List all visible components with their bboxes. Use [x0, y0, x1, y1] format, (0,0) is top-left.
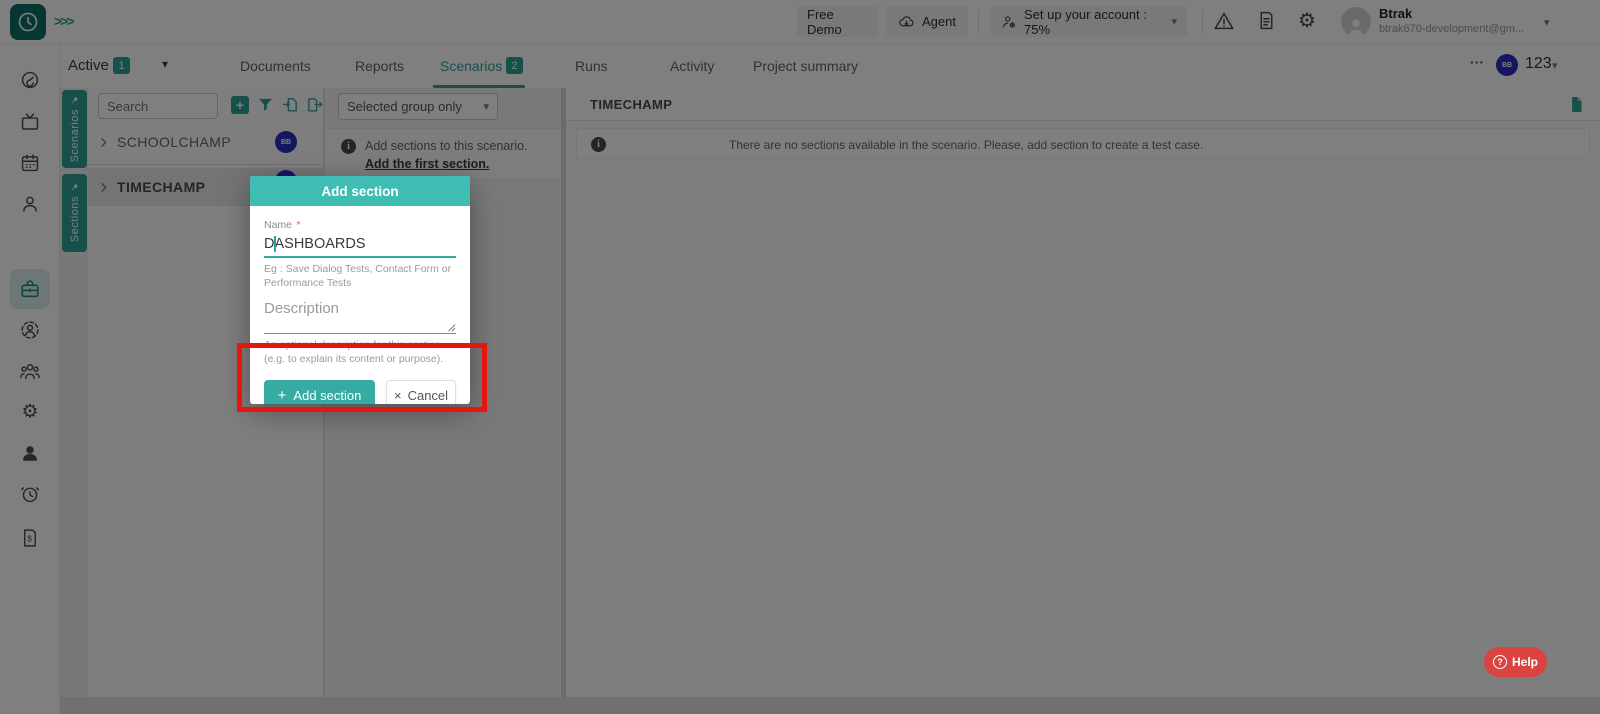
red-annotation-rectangle — [237, 343, 487, 412]
required-asterisk: * — [296, 219, 301, 231]
question-mark-icon: ? — [1492, 655, 1507, 669]
section-description-input[interactable] — [264, 300, 456, 321]
resize-handle-icon[interactable] — [446, 322, 456, 332]
help-button[interactable]: ? Help — [1484, 647, 1547, 677]
help-label: Help — [1511, 655, 1538, 669]
name-field-underline — [264, 256, 456, 258]
modal-title: Add section — [250, 176, 470, 206]
section-name-input[interactable] — [264, 235, 456, 253]
app-root: >>> Free Demo Agent Set up your account … — [0, 0, 1600, 714]
description-underline — [264, 333, 456, 335]
text-cursor — [274, 236, 276, 252]
name-field-hint: Eg : Save Dialog Tests, Contact Form or … — [264, 263, 452, 289]
name-field-label: Name * — [264, 219, 301, 231]
